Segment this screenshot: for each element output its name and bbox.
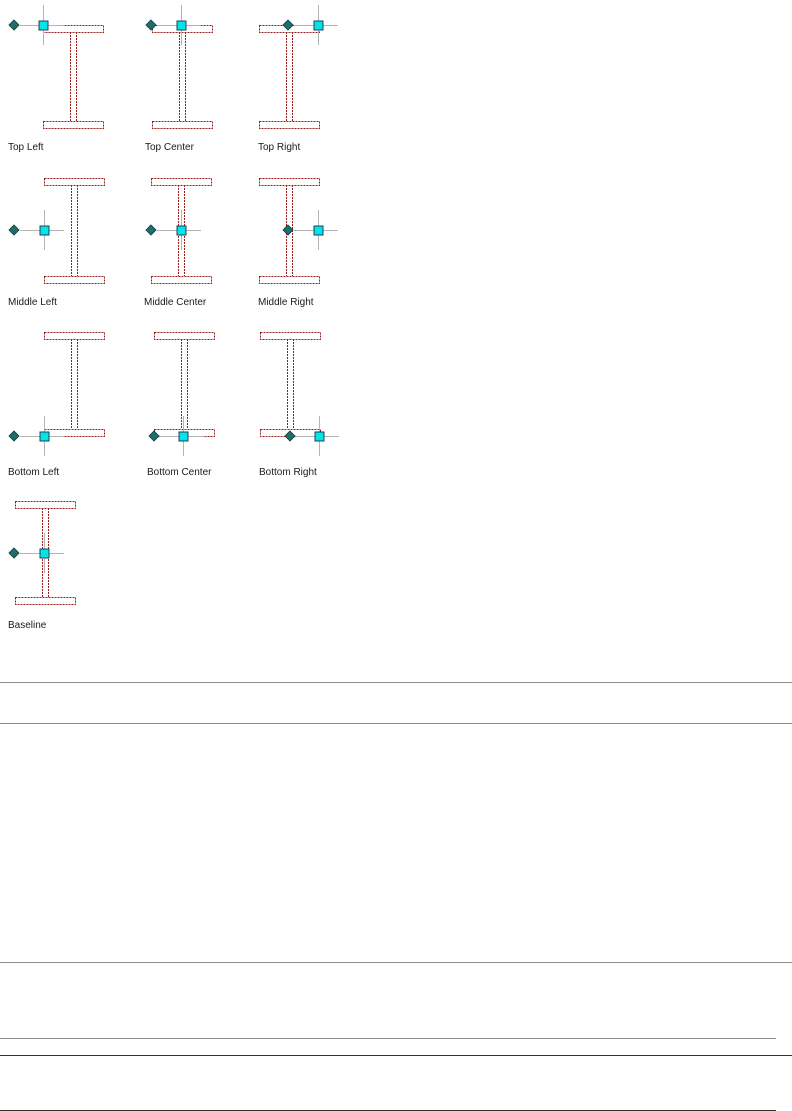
top-flange xyxy=(15,501,76,509)
diamond-grip-icon xyxy=(8,224,20,236)
top-flange xyxy=(259,178,320,186)
diamond-grip-icon xyxy=(284,430,296,442)
label-middle-right: Middle Right xyxy=(258,297,314,308)
divider-line xyxy=(0,1038,776,1039)
square-grip-icon xyxy=(176,20,187,31)
top-flange xyxy=(154,332,215,340)
justification-diagram xyxy=(8,5,339,605)
bottom-flange xyxy=(15,597,76,605)
label-bottom-left: Bottom Left xyxy=(8,467,60,478)
bottom-flange xyxy=(259,121,320,129)
label-bottom-right: Bottom Right xyxy=(259,467,317,478)
square-grip-icon xyxy=(313,225,324,236)
diamond-grip-icon xyxy=(145,224,157,236)
bottom-flange xyxy=(259,276,320,284)
top-flange xyxy=(43,25,104,33)
divider-line xyxy=(0,962,792,963)
divider-line xyxy=(0,723,792,724)
bottom-flange xyxy=(152,121,213,129)
square-grip-icon xyxy=(38,20,49,31)
label-bottom-center: Bottom Center xyxy=(147,467,212,478)
top-flange xyxy=(44,178,105,186)
bottom-flange xyxy=(43,121,104,129)
square-grip-icon xyxy=(314,431,325,442)
square-grip-icon xyxy=(178,431,189,442)
label-baseline: Baseline xyxy=(8,620,47,631)
diamond-grip-icon xyxy=(148,430,160,442)
top-flange xyxy=(151,178,212,186)
diamond-grip-icon xyxy=(8,430,20,442)
diamond-grip-icon xyxy=(282,19,294,31)
square-grip-icon xyxy=(313,20,324,31)
square-grip-icon xyxy=(39,225,50,236)
divider-line xyxy=(0,682,792,683)
diamond-grip-icon xyxy=(8,19,20,31)
top-flange xyxy=(260,332,321,340)
square-grip-icon xyxy=(176,225,187,236)
square-grip-icon xyxy=(39,431,50,442)
square-grip-icon xyxy=(39,548,50,559)
top-flange xyxy=(44,332,105,340)
diamond-grip-icon xyxy=(8,547,20,559)
bottom-flange xyxy=(151,276,212,284)
diamond-grip-icon xyxy=(282,224,294,236)
label-top-right: Top Right xyxy=(258,142,301,153)
bottom-flange xyxy=(44,276,105,284)
diamond-grip-icon xyxy=(145,19,157,31)
bottom-flange xyxy=(44,429,105,437)
label-top-center: Top Center xyxy=(145,142,194,153)
divider-line xyxy=(0,1055,792,1056)
label-middle-left: Middle Left xyxy=(8,297,57,308)
label-top-left: Top Left xyxy=(8,142,44,153)
label-middle-center: Middle Center xyxy=(144,297,207,308)
